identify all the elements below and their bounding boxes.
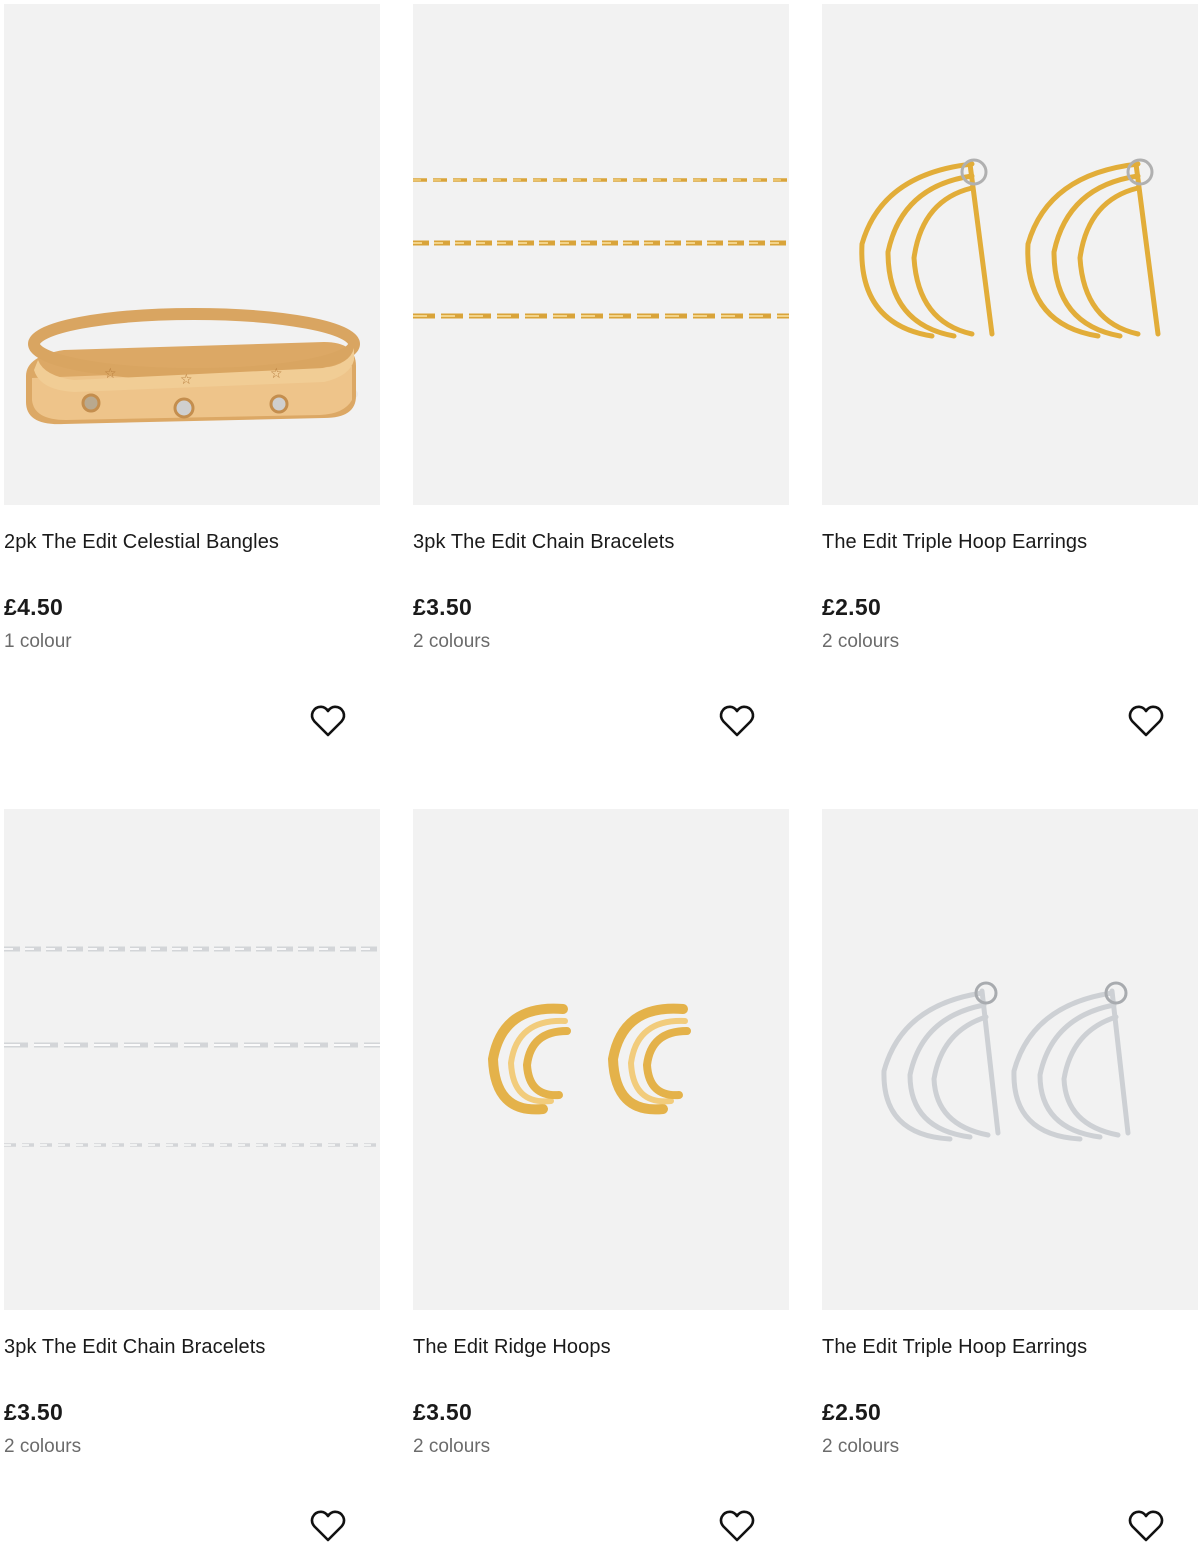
colour-count: 2 colours [413,1436,491,1457]
product-image[interactable]: ☆ ☆ ☆ [4,4,380,505]
product-image[interactable] [4,809,380,1310]
wishlist-button[interactable] [717,1506,757,1546]
product-image[interactable] [413,809,789,1310]
product-price: £2.50 [822,1399,882,1425]
colour-count: 2 colours [822,631,900,652]
product-image[interactable] [413,4,789,505]
heart-outline-icon [1128,705,1164,737]
heart-outline-icon [310,705,346,737]
gold-bangles-image: ☆ ☆ ☆ [4,4,380,505]
heart-outline-icon [719,705,755,737]
product-title[interactable]: The Edit Ridge Hoops [413,1336,611,1359]
colour-count: 2 colours [4,1436,82,1457]
colour-count: 1 colour [4,631,72,652]
product-title[interactable]: 2pk The Edit Celestial Bangles [4,531,279,554]
silver-chain-bracelets-image [4,809,380,1310]
svg-text:☆: ☆ [104,366,117,382]
svg-text:☆: ☆ [270,366,283,382]
product-price: £2.50 [822,594,882,620]
wishlist-button[interactable] [308,1506,348,1546]
product-title[interactable]: 3pk The Edit Chain Bracelets [4,1336,265,1359]
product-price: £3.50 [413,1399,473,1425]
heart-outline-icon [1128,1510,1164,1542]
wishlist-button[interactable] [1126,701,1166,741]
product-price: £4.50 [4,594,64,620]
gold-triple-hoop-earrings-image [822,4,1198,505]
wishlist-button[interactable] [1126,1506,1166,1546]
gold-chain-bracelets-image [413,4,789,505]
product-title[interactable]: 3pk The Edit Chain Bracelets [413,531,674,554]
product-title[interactable]: The Edit Triple Hoop Earrings [822,1336,1087,1359]
colour-count: 2 colours [413,631,491,652]
product-image[interactable] [822,809,1198,1310]
gold-ridge-hoops-image [413,809,789,1310]
svg-text:☆: ☆ [180,372,193,388]
product-image[interactable] [822,4,1198,505]
wishlist-button[interactable] [717,701,757,741]
heart-outline-icon [310,1510,346,1542]
silver-triple-hoop-earrings-image [822,809,1198,1310]
product-price: £3.50 [4,1399,64,1425]
colour-count: 2 colours [822,1436,900,1457]
heart-outline-icon [719,1510,755,1542]
product-title[interactable]: The Edit Triple Hoop Earrings [822,531,1087,554]
wishlist-button[interactable] [308,701,348,741]
product-price: £3.50 [413,594,473,620]
